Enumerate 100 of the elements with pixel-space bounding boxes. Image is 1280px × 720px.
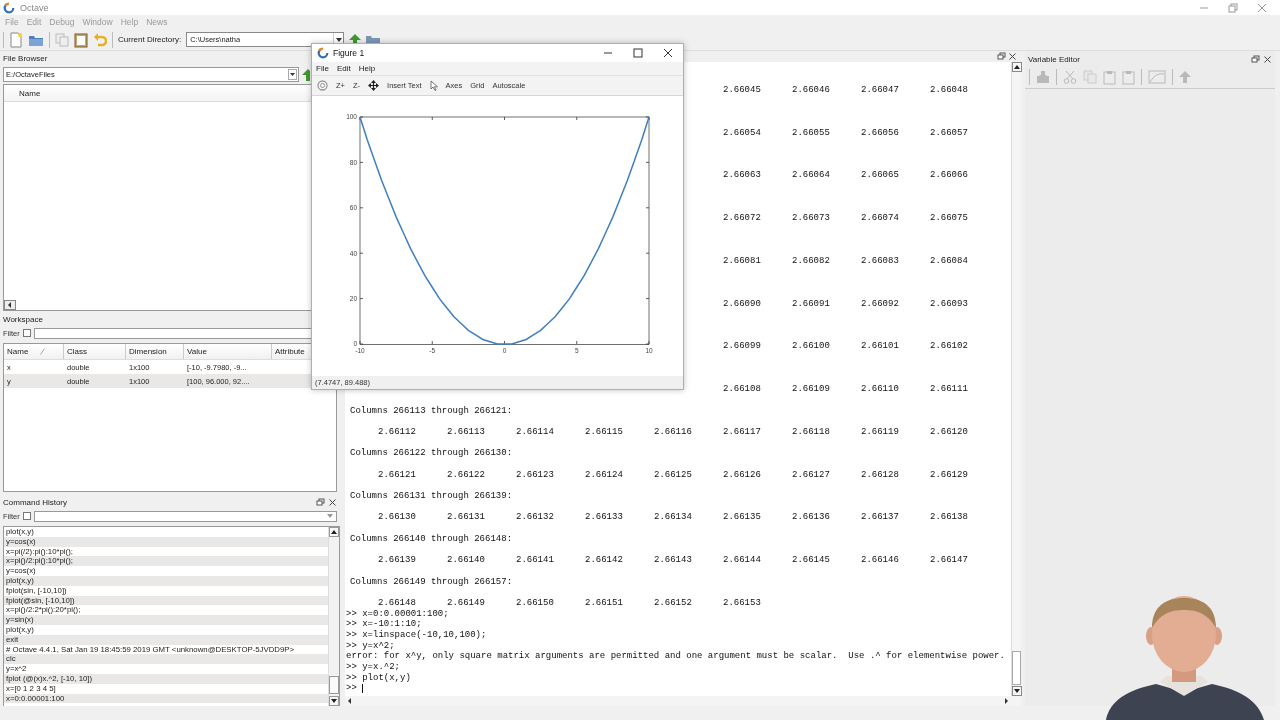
octave-logo-icon [317,47,329,59]
menu-item[interactable]: Help [354,64,380,73]
filter-checkbox[interactable] [22,512,31,520]
output-value: 2.66057 [930,127,969,139]
command-prompt[interactable]: >> [346,683,357,694]
output-value: 2.66083 [861,255,900,267]
close-icon[interactable] [328,497,337,507]
output-value: 2.66109 [792,384,831,395]
filter-checkbox[interactable] [22,329,31,337]
output-value: 2.66130 [378,512,417,524]
output-value: 2.66137 [861,512,900,524]
scroll-up-icon[interactable] [1012,62,1022,72]
scroll-up-icon[interactable] [329,527,339,537]
output-value: 2.66151 [585,597,624,609]
output-value: 2.66140 [447,555,486,566]
output-value: 2.66054 [723,127,762,139]
command-line: >> x=-10:1:10; [346,619,422,630]
output-value: 2.66081 [723,255,762,267]
rotate-icon[interactable] [317,80,328,91]
output-value: 2.66128 [861,469,900,481]
output-value: 2.66121 [378,469,417,481]
octave-logo-icon [3,1,15,14]
scrollbar-thumb-icon[interactable] [329,676,339,694]
output-value: 2.66122 [447,469,486,481]
pointer-icon[interactable] [429,80,438,91]
output-value: 2.66111 [930,384,969,395]
close-icon[interactable] [1008,52,1017,61]
output-header: Columns 266113 through 266121: [350,405,513,416]
menu-item[interactable]: Edit [332,64,355,73]
panel-title: File Browser [3,53,48,63]
output-value: 2.66091 [792,298,831,310]
output-value: 2.66108 [723,384,762,395]
close-icon[interactable] [1263,54,1272,64]
output-value: 2.66118 [792,426,831,438]
current-directory-label: Current Directory: [118,35,182,44]
output-value: 2.66142 [585,555,624,566]
output-value: 2.66066 [930,170,969,182]
output-value: 2.66126 [723,469,762,481]
scroll-down-icon[interactable] [329,696,339,706]
output-value: 2.66082 [792,255,831,267]
command-line: >> y=x.^2; [346,662,400,673]
window-title: Octave [20,2,49,13]
column-header: Name [19,88,41,98]
column-header[interactable]: Dimension [126,344,184,359]
scrollbar-thumb-icon[interactable] [1012,651,1021,685]
output-value: 2.66112 [378,426,417,438]
output-header: Columns 266149 through 266157: [350,576,513,587]
output-value: 2.66075 [930,213,969,224]
output-value: 2.66115 [585,426,624,438]
close-icon[interactable] [663,48,673,58]
new-file-icon[interactable] [9,31,23,48]
scroll-down-icon[interactable] [1012,686,1022,696]
output-value: 2.66045 [723,84,762,96]
menu-item[interactable]: File [312,64,333,73]
undock-icon[interactable] [997,52,1006,61]
output-value: 2.66138 [930,512,969,524]
undock-icon[interactable] [1251,54,1260,64]
column-header[interactable]: Value [184,344,272,359]
output-value: 2.66136 [792,512,831,524]
output-value: 2.66124 [585,469,624,481]
output-value: 2.66143 [654,555,693,566]
output-value: 2.66110 [861,384,900,395]
restore-icon[interactable] [1228,2,1238,13]
output-value: 2.66129 [930,469,969,481]
panel-title: Workspace [3,314,43,324]
output-value: 2.66073 [792,213,831,224]
output-value: 2.66047 [861,84,900,96]
output-value: 2.66152 [654,597,693,609]
sort-indicator-icon [40,348,45,355]
output-value: 2.66065 [861,170,900,182]
window-title: Figure 1 [333,48,365,58]
output-value: 2.66055 [792,127,831,139]
pan-icon[interactable] [368,80,380,91]
output-value: 2.66114 [516,426,555,438]
output-value: 2.66064 [792,170,831,182]
output-value: 2.66099 [723,341,762,353]
output-value: 2.66048 [930,84,969,96]
output-value: 2.66125 [654,469,693,481]
output-value: 2.66149 [447,597,486,609]
maximize-icon[interactable] [633,48,643,58]
column-header[interactable]: Class [64,344,126,359]
command-line: >> plot(x,y) [346,672,411,683]
output-value: 2.66127 [792,469,831,481]
column-header[interactable]: Name [4,344,64,359]
text-cursor [361,683,363,693]
output-value: 2.66135 [723,512,762,524]
output-value: 2.66116 [654,426,693,438]
output-value: 2.66150 [516,597,555,609]
output-value: 2.66148 [378,597,417,609]
panel-title: Variable Editor [1028,54,1080,64]
output-value: 2.66133 [585,512,624,524]
undock-icon[interactable] [316,497,325,507]
scroll-left-icon[interactable] [4,300,16,310]
up-arrow-icon[interactable] [302,68,310,81]
command-line: >> x=linspace(-10,10,100); [346,630,487,641]
output-value: 2.66113 [447,426,486,438]
output-value: 2.66120 [930,426,969,438]
output-value: 2.66084 [930,255,969,267]
output-value: 2.66153 [723,597,762,609]
filter-field[interactable] [33,510,337,522]
